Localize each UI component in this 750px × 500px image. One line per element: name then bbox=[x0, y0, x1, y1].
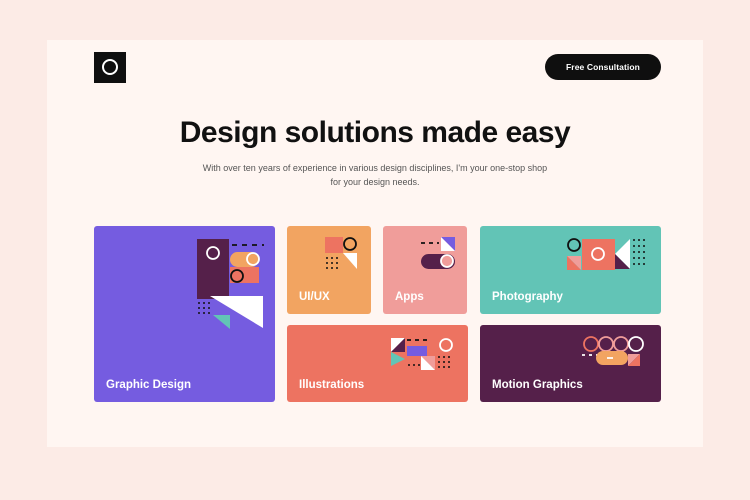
ui-ux-illustration-icon bbox=[323, 234, 363, 272]
service-label: Graphic Design bbox=[106, 379, 191, 391]
service-label: Illustrations bbox=[299, 379, 365, 391]
graphic-design-illustration-icon bbox=[196, 236, 271, 331]
service-card-graphic-design[interactable]: Graphic Design bbox=[94, 226, 275, 402]
service-label: Motion Graphics bbox=[492, 379, 583, 391]
service-card-apps[interactable]: Apps bbox=[383, 226, 467, 314]
page-subtitle: With over ten years of experience in var… bbox=[202, 163, 548, 187]
service-card-illustrations[interactable]: Illustrations bbox=[287, 325, 468, 402]
motion-graphics-illustration-icon bbox=[580, 333, 660, 371]
illustrations-illustration-icon bbox=[387, 332, 463, 372]
apps-illustration-icon bbox=[419, 234, 459, 274]
service-label: UI/UX bbox=[299, 291, 330, 303]
service-card-motion-graphics[interactable]: Motion Graphics bbox=[480, 325, 661, 402]
service-label: Photography bbox=[492, 291, 563, 303]
free-consultation-button[interactable]: Free Consultation bbox=[545, 54, 661, 80]
landing-page: Free Consultation Design solutions made … bbox=[47, 40, 703, 447]
ring-logo-icon bbox=[102, 59, 118, 75]
service-card-ui-ux[interactable]: UI/UX bbox=[287, 226, 371, 314]
logo[interactable] bbox=[94, 52, 126, 83]
service-card-photography[interactable]: Photography bbox=[480, 226, 661, 314]
service-label: Apps bbox=[395, 291, 424, 303]
page-title: Design solutions made easy bbox=[179, 116, 571, 149]
photography-illustration-icon bbox=[564, 234, 656, 274]
